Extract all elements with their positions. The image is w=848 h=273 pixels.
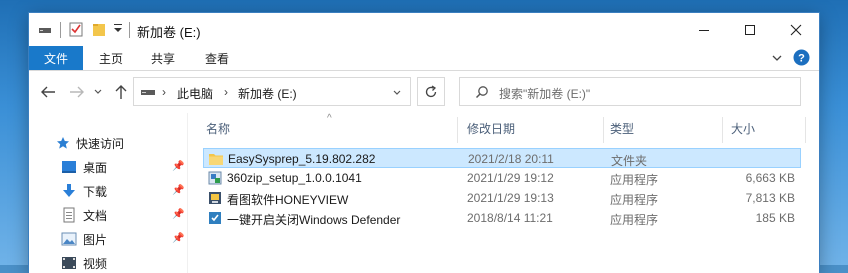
breadcrumb-drive-e[interactable]: 新加卷 (E:) [238, 85, 297, 102]
star-icon [57, 137, 69, 149]
file-explorer-window: 新加卷 (E:) 文件 主页 共享 查看 ? › 此电脑 › 新加卷 (E:) … [29, 13, 819, 273]
customize-quick-access-icon[interactable] [113, 22, 123, 38]
navigation-bar: › 此电脑 › 新加卷 (E:) 搜索"新加卷 (E:)" [29, 71, 819, 113]
navigation-pane: 快速访问 桌面 📌 下载 📌 文档 📌 图片 📌 视频 [29, 113, 189, 273]
nav-item-videos[interactable]: 视频 [61, 253, 107, 273]
file-type: 应用程序 [610, 173, 659, 187]
drive-icon [38, 21, 52, 37]
nav-item-desktop[interactable]: 桌面 [61, 157, 107, 177]
pane-divider [187, 113, 188, 273]
file-row[interactable]: 看图软件HONEYVIEW 2021/1/29 19:13 应用程序 7,813… [203, 188, 801, 208]
address-bar[interactable]: › 此电脑 › 新加卷 (E:) [133, 77, 411, 106]
forward-button[interactable] [67, 82, 87, 102]
file-size: 185 KB [755, 211, 795, 225]
defender-tool-icon [209, 212, 221, 224]
breadcrumb-this-pc[interactable]: 此电脑 [177, 85, 213, 102]
file-modified: 2021/2/18 20:11 [468, 152, 554, 166]
properties-icon[interactable] [69, 21, 83, 37]
nav-item-downloads[interactable]: 下载 [61, 181, 107, 201]
search-icon [475, 85, 489, 102]
file-type: 应用程序 [610, 213, 659, 227]
file-name: 一键开启关闭Windows Defender [227, 213, 401, 227]
address-dropdown-icon[interactable] [392, 87, 402, 101]
column-divider[interactable] [603, 117, 604, 143]
file-list: ^ 名称 修改日期 类型 大小 EasySysprep_5.19.802.282… [189, 113, 819, 273]
pin-icon[interactable]: 📌 [172, 209, 184, 220]
column-divider[interactable] [805, 117, 806, 143]
nav-quick-access[interactable]: 快速访问 [56, 133, 124, 153]
video-icon [62, 257, 76, 269]
file-modified: 2021/1/29 19:13 [467, 191, 554, 205]
file-size: 6,663 KB [745, 171, 795, 185]
tab-home[interactable]: 主页 [99, 46, 123, 70]
download-icon [63, 184, 75, 197]
drive-icon [140, 85, 156, 102]
file-size: 7,813 KB [745, 191, 795, 205]
help-icon[interactable]: ? [793, 49, 810, 69]
nav-item-documents[interactable]: 文档 [61, 205, 107, 225]
search-box[interactable]: 搜索"新加卷 (E:)" [459, 77, 801, 106]
nav-label: 桌面 [83, 160, 108, 175]
nav-label: 下载 [83, 184, 108, 199]
pin-icon[interactable]: 📌 [172, 185, 184, 196]
window-title: 新加卷 (E:) [137, 25, 201, 40]
search-placeholder: 搜索"新加卷 (E:)" [499, 87, 591, 101]
back-button[interactable] [38, 82, 58, 102]
nav-label: 图片 [83, 232, 108, 247]
file-type: 应用程序 [610, 193, 659, 207]
column-header-modified[interactable]: 修改日期 [467, 113, 515, 143]
column-header-type[interactable]: 类型 [610, 113, 634, 143]
nav-label: 文档 [83, 208, 108, 223]
file-row[interactable]: 一键开启关闭Windows Defender 2018/8/14 11:21 应… [203, 208, 801, 228]
pin-icon[interactable]: 📌 [172, 233, 184, 244]
file-type: 文件夹 [611, 154, 648, 168]
breadcrumb-separator[interactable]: › [224, 85, 228, 99]
honeyview-icon [209, 192, 221, 204]
column-divider[interactable] [722, 117, 723, 143]
recent-locations-icon[interactable] [91, 82, 105, 102]
title-bar: 新加卷 (E:) [29, 13, 819, 46]
ribbon-tabs: 文件 主页 共享 查看 ? [29, 46, 819, 71]
divider [60, 22, 61, 38]
minimize-button[interactable] [681, 13, 727, 46]
desktop-icon [62, 161, 76, 173]
close-button[interactable] [773, 13, 819, 46]
maximize-button[interactable] [727, 13, 773, 46]
column-header-name[interactable]: 名称 [206, 113, 230, 143]
file-modified: 2021/1/29 19:12 [467, 171, 554, 185]
svg-text:?: ? [798, 53, 805, 65]
nav-label: 视频 [83, 256, 108, 271]
refresh-button[interactable] [417, 77, 445, 106]
breadcrumb-separator[interactable]: › [162, 85, 166, 99]
column-divider[interactable] [457, 117, 458, 143]
sort-ascending-icon: ^ [327, 113, 332, 124]
installer-icon [208, 171, 222, 185]
new-folder-icon[interactable] [92, 21, 106, 37]
nav-label: 快速访问 [76, 136, 125, 151]
tab-view[interactable]: 查看 [205, 46, 229, 70]
file-name: 看图软件HONEYVIEW [227, 193, 349, 207]
document-icon [63, 207, 75, 223]
file-modified: 2018/8/14 11:21 [467, 211, 553, 225]
pin-icon[interactable]: 📌 [172, 161, 184, 172]
picture-icon [61, 232, 77, 246]
divider [129, 22, 130, 38]
tab-share[interactable]: 共享 [151, 46, 175, 70]
file-row[interactable]: EasySysprep_5.19.802.282 2021/2/18 20:11… [203, 148, 801, 168]
file-name: EasySysprep_5.19.802.282 [228, 152, 376, 166]
expand-ribbon-icon[interactable] [771, 50, 783, 69]
nav-item-pictures[interactable]: 图片 [61, 229, 107, 249]
folder-icon [209, 154, 223, 165]
file-name: 360zip_setup_1.0.0.1041 [227, 171, 362, 185]
file-row[interactable]: 360zip_setup_1.0.0.1041 2021/1/29 19:12 … [203, 168, 801, 188]
tab-file[interactable]: 文件 [29, 46, 83, 70]
column-header-size[interactable]: 大小 [731, 113, 755, 143]
up-button[interactable] [111, 82, 131, 102]
